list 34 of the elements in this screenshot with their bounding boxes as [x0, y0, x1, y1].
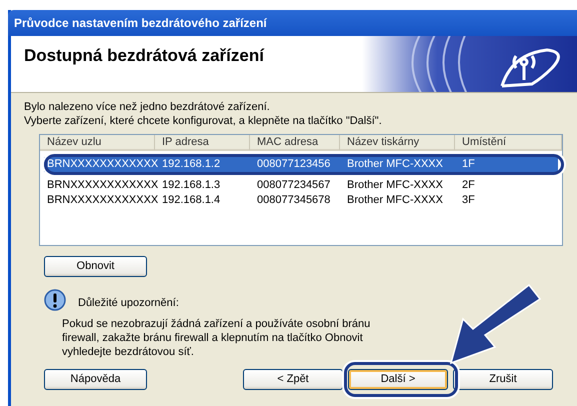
column-header[interactable]: Název uzlu [40, 135, 155, 150]
table-cell-text: Brother MFC-XXXX [346, 178, 444, 193]
instruction-text: Bylo nalezeno více než jedno bezdrátové zařízení. [24, 100, 271, 114]
warning-icon [44, 289, 66, 311]
dialog-button[interactable]: Zrušit [453, 368, 553, 390]
column-header[interactable]: Název tiskárny [340, 135, 455, 150]
table-cell-text: BRNXXXXXXXXXXXX [46, 178, 159, 193]
dialog-button[interactable]: Nápověda [44, 368, 147, 390]
table-cell-text: BRNXXXXXXXXXXXX [46, 193, 159, 208]
table-cell-text: 192.168.1.4 [161, 193, 222, 208]
dialog-button[interactable]: Další > [348, 368, 448, 390]
table-cell-text: 008077234567 [256, 178, 332, 193]
window-title: Průvodce nastavením bezdrátového zařízení [8, 10, 577, 36]
instruction-text: Vyberte zařízení, které chcete konfigurovat, a klepněte na tlačítko "Další". [24, 114, 383, 128]
table-cell-text: 1F [461, 157, 476, 172]
table-cell-text: 008077345678 [256, 193, 332, 208]
table-cell-text: Brother MFC-XXXX [346, 193, 444, 208]
device-row[interactable]: BRNXXXXXXXXXXXX 192.168.1.4 008077345678 Brother MFC-XXXX 3F [44, 193, 558, 208]
table-cell-text: 2F [461, 178, 476, 193]
notice-heading: Důležité upozornění: [78, 296, 179, 311]
table-cell-text: 008077123456 [256, 157, 332, 172]
column-header[interactable]: MAC adresa [250, 135, 340, 150]
table-cell-text: 3F [461, 193, 476, 208]
table-cell-text: BRNXXXXXXXXXXXX [46, 157, 159, 172]
page-heading: Dostupná bezdrátová zařízení [24, 46, 264, 67]
refresh-button[interactable]: Obnovit [44, 256, 147, 277]
table-cell-text: 192.168.1.3 [161, 178, 222, 193]
dialog-button[interactable]: < Zpět [243, 368, 343, 390]
column-header[interactable]: Umístění [455, 135, 562, 150]
table-cell-text: Brother MFC-XXXX [346, 157, 444, 172]
column-header[interactable]: IP adresa [155, 135, 250, 150]
table-cell-text: 192.168.1.2 [161, 157, 222, 172]
notice-text: Pokud se nezobrazují žádná zařízení a používáte osobní bránu firewall, zakažte bránu firewall a klepnutím na tlačítko Obnovit vyhledejte bezdrátovou síť. [62, 316, 372, 358]
device-row[interactable]: BRNXXXXXXXXXXXX 192.168.1.3 008077234567 Brother MFC-XXXX 2F [44, 178, 558, 193]
